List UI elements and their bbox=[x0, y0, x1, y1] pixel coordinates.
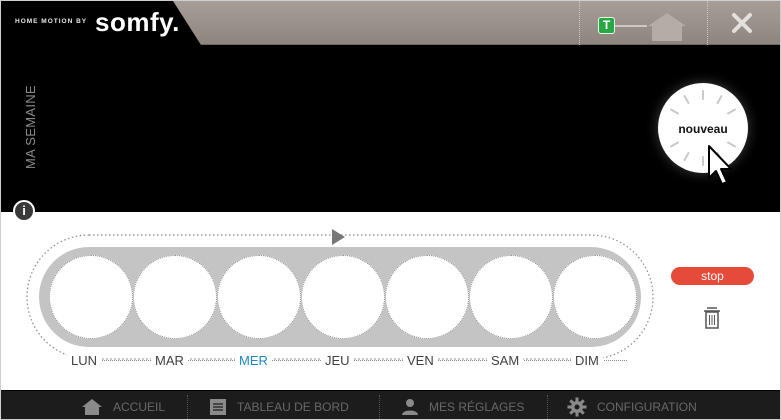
day-slot-lun[interactable] bbox=[49, 255, 133, 339]
stop-button[interactable]: stop bbox=[671, 267, 754, 285]
nav-label: ACCUEIL bbox=[113, 399, 166, 414]
day-slot-sam[interactable] bbox=[469, 255, 553, 339]
day-slot-jeu[interactable] bbox=[301, 255, 385, 339]
gear-icon bbox=[567, 397, 587, 416]
day-slot-mer[interactable] bbox=[217, 255, 301, 339]
day-label-mer[interactable]: MER bbox=[235, 353, 272, 368]
top-bar: HOME MOTION BY somfy. T bbox=[1, 1, 780, 45]
day-label-jeu[interactable]: JEU bbox=[321, 353, 354, 368]
new-program-label: nouveau bbox=[678, 122, 728, 136]
day-label-lun[interactable]: LUN bbox=[67, 353, 102, 368]
day-label-mar[interactable]: MAR bbox=[151, 353, 188, 368]
user-icon bbox=[402, 398, 418, 415]
day-slot-ven[interactable] bbox=[385, 255, 469, 339]
close-icon[interactable] bbox=[730, 11, 754, 35]
day-label-ven[interactable]: VEN bbox=[403, 353, 438, 368]
nav-mes-reglages[interactable]: MES RÉGLAGES bbox=[401, 391, 525, 419]
day-label-dim[interactable]: DIM bbox=[571, 353, 603, 368]
brand-tagline: HOME MOTION BY bbox=[15, 18, 88, 25]
t-badge-icon[interactable]: T bbox=[598, 17, 615, 34]
new-program-button[interactable]: nouveau bbox=[658, 83, 748, 173]
house-icon bbox=[82, 398, 102, 415]
dashboard-icon bbox=[210, 398, 226, 415]
nav-label: CONFIGURATION bbox=[597, 399, 697, 414]
nav-tableau-de-bord[interactable]: TABLEAU DE BORD bbox=[209, 391, 349, 419]
home-status-icon[interactable] bbox=[646, 11, 688, 41]
header-divider bbox=[579, 1, 580, 45]
brand-name: somfy. bbox=[95, 7, 180, 37]
day-label-sam[interactable]: SAM bbox=[487, 353, 524, 368]
brand-logo: HOME MOTION BY somfy. bbox=[1, 1, 201, 45]
nav-divider bbox=[187, 395, 188, 419]
section-title: MA SEMAINE bbox=[23, 85, 38, 169]
nav-label: TABLEAU DE BORD bbox=[237, 399, 349, 414]
mouse-pointer-icon bbox=[708, 145, 732, 185]
trash-icon[interactable] bbox=[702, 306, 722, 330]
day-slot-dim[interactable] bbox=[553, 255, 637, 339]
nav-label: MES RÉGLAGES bbox=[429, 399, 525, 414]
info-icon[interactable]: i bbox=[13, 200, 35, 222]
nav-configuration[interactable]: CONFIGURATION bbox=[567, 391, 697, 419]
connector-line bbox=[615, 25, 647, 27]
nav-accueil[interactable]: ACCUEIL bbox=[81, 391, 166, 419]
header-divider bbox=[707, 1, 708, 45]
nav-divider bbox=[379, 395, 380, 419]
bottom-nav: ACCUEIL TABLEAU DE BORD MES RÉGLAGES CON… bbox=[1, 390, 780, 419]
day-slot-mar[interactable] bbox=[133, 255, 217, 339]
nav-divider bbox=[547, 395, 548, 419]
app-window: HOME MOTION BY somfy. T MA SEMAINE i nou… bbox=[0, 0, 781, 420]
